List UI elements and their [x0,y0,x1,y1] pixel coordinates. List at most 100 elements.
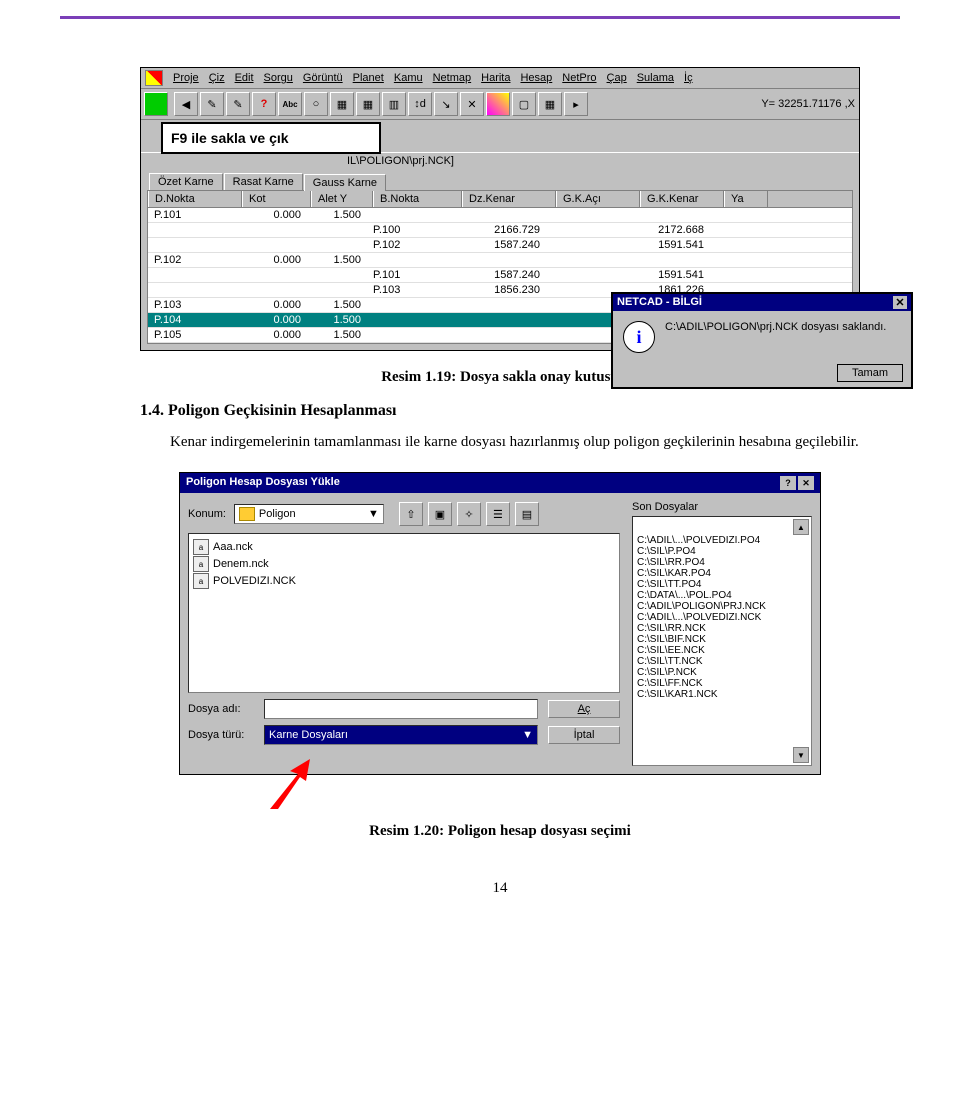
up-folder-icon[interactable]: ⇧ [399,502,423,526]
file-name-input[interactable] [264,699,538,719]
list-item[interactable]: C:\SIL\TT.NCK [635,656,809,667]
menu-netpro[interactable]: NetPro [562,72,596,84]
dialog-title: Poligon Hesap Dosyası Yükle [186,476,340,490]
toolbar-btn-11[interactable]: ↘ [434,92,458,116]
list-item[interactable]: C:\SIL\TT.PO4 [635,579,809,590]
list-item[interactable]: C:\SIL\FF.NCK [635,678,809,689]
toolbar-btn-8[interactable]: ▦ [356,92,380,116]
col-kot[interactable]: Kot [242,191,311,207]
close-icon[interactable]: ✕ [798,476,814,490]
table-row[interactable]: P.1021587.2401591.541 [148,238,852,253]
table-row[interactable]: P.1002166.7292172.668 [148,223,852,238]
scroll-down-icon[interactable]: ▼ [793,747,809,763]
recent-label: Son Dosyalar [632,501,812,513]
list-item[interactable]: aAaa.nck [193,539,615,555]
status-coord: Y= 32251.71176 ,X [761,98,855,110]
toolbar-btn-10[interactable]: ↕d [408,92,432,116]
list-item[interactable]: C:\SIL\EE.NCK [635,645,809,656]
toolbar-btn-9[interactable]: ▥ [382,92,406,116]
desktop-icon[interactable]: ▣ [428,502,452,526]
close-icon[interactable]: ✕ [893,296,907,309]
page-number: 14 [140,880,860,897]
menu-netmap[interactable]: Netmap [433,72,472,84]
toolbar-btn-15[interactable]: ▦ [538,92,562,116]
table-row[interactable]: P.1011587.2401591.541 [148,268,852,283]
info-dialog: NETCAD - BİLGİ ✕ i C:\ADIL\POLIGON\prj.N… [611,292,913,389]
menu-kamu[interactable]: Kamu [394,72,423,84]
cancel-button[interactable]: İptal [548,726,620,744]
tab-ozet-karne[interactable]: Özet Karne [149,173,223,190]
toolbar-btn-3[interactable]: ✎ [200,92,224,116]
list-item[interactable]: aPOLVEDIZI.NCK [193,573,615,589]
table-row[interactable]: P.1020.0001.500 [148,253,852,268]
file-type-select[interactable]: Karne Dosyaları▼ [264,725,538,745]
scroll-up-icon[interactable]: ▲ [793,519,809,535]
menu-ic[interactable]: İç [684,72,693,84]
folder-icon [239,507,255,521]
toolbar-btn-1[interactable] [144,92,168,116]
inner-title: IL\POLIGON\prj.NCK] [141,152,859,169]
menubar: Proje Çiz Edit Sorgu Görüntü Planet Kamu… [141,68,859,89]
file-icon: a [193,573,209,589]
list-item[interactable]: C:\SIL\KAR1.NCK [635,689,809,700]
list-item[interactable]: C:\SIL\RR.PO4 [635,557,809,568]
menu-edit[interactable]: Edit [235,72,254,84]
toolbar-btn-14[interactable]: ▢ [512,92,536,116]
ok-button[interactable]: Tamam [837,364,903,382]
app-icon [145,70,163,86]
col-ya[interactable]: Ya [724,191,768,207]
open-button[interactable]: Aç [548,700,620,718]
toolbar-btn-abc[interactable]: Abc [278,92,302,116]
col-dzkenar[interactable]: Dz.Kenar [462,191,556,207]
body-text: Kenar indirgemelerinin tamamlanması ile … [170,432,860,452]
toolbar-btn-6[interactable]: ○ [304,92,328,116]
toolbar-btn-more[interactable]: ▸ [564,92,588,116]
col-gkkenar[interactable]: G.K.Kenar [640,191,724,207]
table-row[interactable]: P.1010.0001.500 [148,208,852,223]
help-icon[interactable]: ? [780,476,796,490]
tab-rasat-karne[interactable]: Rasat Karne [224,173,303,190]
menu-proje[interactable]: Proje [173,72,199,84]
annotation-arrow [270,759,310,809]
file-list[interactable]: aAaa.nckaDenem.nckaPOLVEDIZI.NCK [188,533,620,693]
list-item[interactable]: C:\DATA\...\POL.PO4 [635,590,809,601]
toolbar-btn-2[interactable]: ◀ [174,92,198,116]
tabs: Özet Karne Rasat Karne Gauss Karne [149,173,859,190]
list-item[interactable]: C:\SIL\RR.NCK [635,623,809,634]
menu-ciz[interactable]: Çiz [209,72,225,84]
toolbar: ◀ ✎ ✎ ? Abc ○ ▦ ▦ ▥ ↕d ↘ ✕ ▢ ▦ ▸ Y= 3225… [141,89,859,120]
menu-harita[interactable]: Harita [481,72,510,84]
list-item[interactable]: C:\ADIL\POLIGON\PRJ.NCK [635,601,809,612]
col-dnokta[interactable]: D.Nokta [148,191,242,207]
list-item[interactable]: C:\SIL\BIF.NCK [635,634,809,645]
toolbar-btn-12[interactable]: ✕ [460,92,484,116]
list-item[interactable]: aDenem.nck [193,556,615,572]
folder-select[interactable]: Poligon ▼ [234,504,384,524]
detail-view-icon[interactable]: ▤ [515,502,539,526]
menu-planet[interactable]: Planet [353,72,384,84]
col-bnokta[interactable]: B.Nokta [373,191,462,207]
menu-hesap[interactable]: Hesap [520,72,552,84]
list-item[interactable]: C:\SIL\P.PO4 [635,546,809,557]
toolbar-btn-7[interactable]: ▦ [330,92,354,116]
list-item[interactable]: C:\ADIL\...\POLVEDIZI.PO4 [635,535,809,546]
col-gkaci[interactable]: G.K.Açı [556,191,640,207]
col-alety[interactable]: Alet Y [311,191,373,207]
list-item[interactable]: C:\SIL\P.NCK [635,667,809,678]
list-item[interactable]: C:\ADIL\...\POLVEDIZI.NCK [635,612,809,623]
list-view-icon[interactable]: ☰ [486,502,510,526]
menu-sorgu[interactable]: Sorgu [264,72,293,84]
recent-files-list[interactable]: ▲C:\ADIL\...\POLVEDIZI.PO4C:\SIL\P.PO4C:… [632,516,812,766]
tab-gauss-karne[interactable]: Gauss Karne [304,174,386,191]
toolbar-btn-help[interactable]: ? [252,92,276,116]
list-item[interactable]: C:\SIL\KAR.PO4 [635,568,809,579]
toolbar-btn-13[interactable] [486,92,510,116]
menu-cap[interactable]: Çap [607,72,627,84]
new-folder-icon[interactable]: ✧ [457,502,481,526]
toolbar-btn-4[interactable]: ✎ [226,92,250,116]
menu-sulama[interactable]: Sulama [637,72,674,84]
dialog-title: NETCAD - BİLGİ [617,296,702,309]
file-dialog: Poligon Hesap Dosyası Yükle ? ✕ Konum: P… [179,472,821,775]
menu-goruntu[interactable]: Görüntü [303,72,343,84]
section-title: 1.4. Poligon Geçkisinin Hesaplanması [140,402,860,420]
